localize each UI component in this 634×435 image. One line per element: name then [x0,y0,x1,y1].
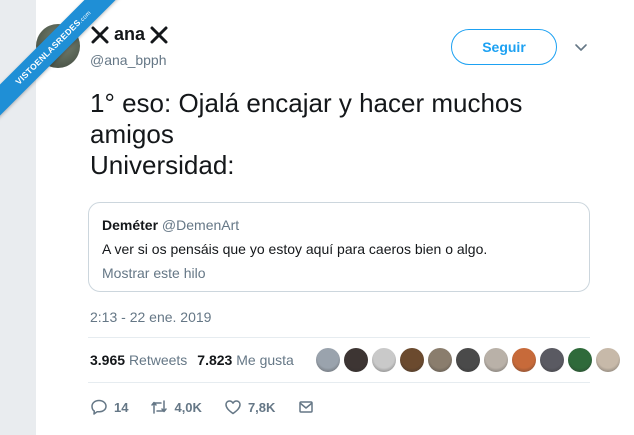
timestamp[interactable]: 2:13 - 22 ene. 2019 [90,309,211,325]
quoted-text: A ver si os pensáis que yo estoy aquí pa… [102,241,488,257]
quoted-tweet-header: Deméter @DemenArt [102,217,239,233]
liker-avatar[interactable] [596,348,620,372]
liker-avatars [316,348,620,372]
like-action[interactable]: 7,8K [224,398,275,416]
message-action[interactable] [297,398,315,416]
liker-avatar[interactable] [428,348,452,372]
like-count: 7,8K [247,399,276,415]
divider [88,337,590,338]
envelope-icon [299,401,314,413]
follow-button[interactable]: Seguir [451,29,557,65]
quoted-display-name: Deméter [102,217,159,233]
liker-avatar[interactable] [568,348,592,372]
liker-avatar[interactable] [512,348,536,372]
watermark-ribbon: VISTOENLASREDES.com [0,0,150,150]
likes-count: 7.823 [197,352,233,368]
liker-avatar[interactable] [372,348,396,372]
chevron-down-icon[interactable] [574,40,588,54]
quoted-tweet[interactable]: Deméter @DemenArt A ver si os pensáis qu… [88,202,590,292]
retweet-action[interactable]: 4,0K [150,398,202,416]
retweets-count: 3.965 [90,352,126,368]
quoted-handle: @DemenArt [161,217,240,233]
retweet-icon [151,400,168,414]
watermark-text: VISTOENLASREDES [13,17,83,87]
liker-avatar[interactable] [540,348,564,372]
liker-avatar[interactable] [484,348,508,372]
retweets-label: Retweets [128,352,188,368]
tweet-text: 1° eso: Ojalá encajar y hacer muchos ami… [90,88,580,181]
watermark-suffix: .com [78,10,93,25]
retweets-stat[interactable]: 3.965 Retweets [90,352,189,368]
liker-avatar[interactable] [400,348,424,372]
tweet-line-2: Universidad: [90,150,235,180]
show-thread-link[interactable]: Mostrar este hilo [102,265,205,281]
watermark: VISTOENLASREDES.com [0,0,136,130]
liker-avatar[interactable] [456,348,480,372]
retweet-count: 4,0K [174,399,202,415]
heart-icon [225,400,241,415]
action-bar: 14 4,0K 7,8K [90,398,337,416]
divider [88,382,590,383]
reply-count: 14 [114,399,129,415]
reply-action[interactable]: 14 [90,398,128,416]
liker-avatar[interactable] [344,348,368,372]
likes-label: Me gusta [236,352,294,368]
engagement-stats: 3.965 Retweets 7.823 Me gusta [90,352,296,368]
tweet-line-1: 1° eso: Ojalá encajar y hacer muchos ami… [90,88,523,149]
liker-avatar[interactable] [316,348,340,372]
likes-stat[interactable]: 7.823 Me gusta [197,352,296,368]
reply-icon [91,399,107,415]
x-icon [150,26,168,43]
